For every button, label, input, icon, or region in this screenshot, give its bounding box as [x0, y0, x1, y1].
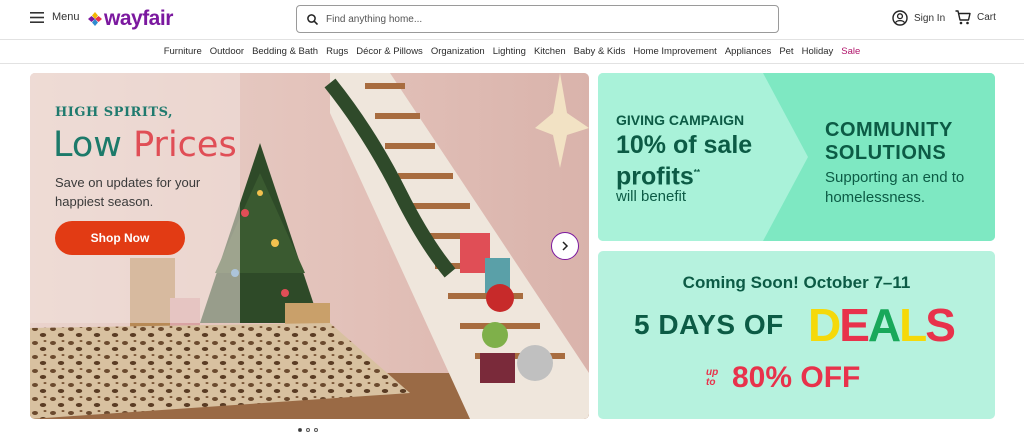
carousel-dot-2[interactable]: [306, 428, 310, 432]
campaign-title-line1: COMMUNITY: [825, 119, 953, 141]
nav-item-sale[interactable]: Sale: [837, 46, 864, 57]
logo-mark-icon: [88, 12, 102, 26]
carousel-next-button[interactable]: [551, 232, 579, 260]
campaign-description: Supporting an end to homelessness.: [825, 169, 965, 206]
deals-letter-d: D: [808, 299, 841, 351]
carousel-dots: [298, 428, 318, 432]
logo-wordmark: wayfair: [104, 7, 173, 30]
sign-in-label: Sign In: [914, 12, 946, 24]
hero-title-part1: Low: [53, 125, 134, 165]
campaign-headline-line2-wrap: profits**: [616, 159, 752, 190]
nav-item-lighting[interactable]: Lighting: [489, 46, 530, 57]
deals-letter-e: E: [839, 299, 870, 351]
nav-item-holiday[interactable]: Holiday: [798, 46, 838, 57]
hero-banner[interactable]: HIGH SPIRITS, Low Prices Save on updates…: [30, 73, 589, 419]
hero-title-part2: Prices: [133, 125, 237, 165]
campaign-title-line2: SOLUTIONS: [825, 142, 947, 164]
hero-subtitle: Save on updates for your happiest season…: [55, 175, 201, 209]
deals-banner[interactable]: Coming Soon! October 7–11 5 DAYS OF DEAL…: [598, 251, 995, 419]
sign-in-button[interactable]: Sign In: [892, 10, 945, 26]
menu-label: Menu: [52, 11, 80, 23]
campaign-headline-line2: profits: [616, 162, 694, 191]
deals-letter-l: L: [899, 299, 927, 351]
coming-soon-text: Coming Soon! October 7–11: [682, 273, 911, 292]
category-nav: Furniture Outdoor Bedding & Bath Rugs Dé…: [0, 40, 1024, 64]
nav-item-pet[interactable]: Pet: [775, 46, 797, 57]
nav-item-bedding-bath[interactable]: Bedding & Bath: [248, 46, 322, 57]
chevron-right-icon: [562, 241, 569, 251]
percent-off-text: 80% OFF: [732, 361, 861, 394]
cart-icon: [955, 10, 971, 25]
deals-letter-a: A: [867, 299, 901, 351]
campaign-subline: will benefit: [616, 188, 687, 205]
nav-item-kitchen[interactable]: Kitchen: [530, 46, 570, 57]
nav-item-furniture[interactable]: Furniture: [160, 46, 206, 57]
up-to-line2: to: [706, 377, 716, 388]
carousel-dot-1[interactable]: [298, 428, 302, 432]
nav-item-appliances[interactable]: Appliances: [721, 46, 775, 57]
nav-item-outdoor[interactable]: Outdoor: [206, 46, 248, 57]
campaign-footnote-mark: **: [693, 168, 701, 177]
up-to-text: up to: [706, 368, 718, 388]
cart-label: Cart: [977, 12, 996, 23]
hero-title: Low Prices: [53, 125, 237, 165]
nav-item-baby-kids[interactable]: Baby & Kids: [570, 46, 630, 57]
account-icon: [892, 10, 908, 26]
deals-letter-s: S: [925, 299, 956, 351]
nav-item-rugs[interactable]: Rugs: [322, 46, 352, 57]
campaign-title: COMMUNITY SOLUTIONS: [825, 119, 953, 165]
nav-item-organization[interactable]: Organization: [427, 46, 489, 57]
days-of-text: 5 DAYS OF: [634, 309, 784, 340]
campaign-kicker: GIVING CAMPAIGN: [616, 112, 745, 128]
hamburger-icon: [30, 11, 44, 23]
wayfair-logo[interactable]: wayfair: [88, 7, 173, 31]
deals-wordmark: DEALS: [808, 298, 956, 352]
campaign-headline: 10% of sale profits**: [616, 131, 752, 190]
carousel-dot-3[interactable]: [314, 428, 318, 432]
nav-item-home-improvement[interactable]: Home Improvement: [629, 46, 720, 57]
nav-item-decor-pillows[interactable]: Décor & Pillows: [352, 46, 427, 57]
search-icon: [307, 13, 318, 25]
shop-now-button[interactable]: Shop Now: [55, 221, 185, 255]
campaign-headline-line1: 10% of sale: [616, 131, 753, 159]
site-header: Menu wayfair Sign In Cart: [0, 0, 1024, 40]
search-input[interactable]: [326, 13, 746, 25]
giving-campaign-banner[interactable]: GIVING CAMPAIGN 10% of sale profits** wi…: [598, 73, 995, 241]
menu-button[interactable]: Menu: [30, 11, 80, 23]
cart-button[interactable]: Cart: [955, 10, 996, 25]
search-bar[interactable]: [296, 5, 779, 33]
hero-kicker: HIGH SPIRITS,: [55, 105, 174, 120]
